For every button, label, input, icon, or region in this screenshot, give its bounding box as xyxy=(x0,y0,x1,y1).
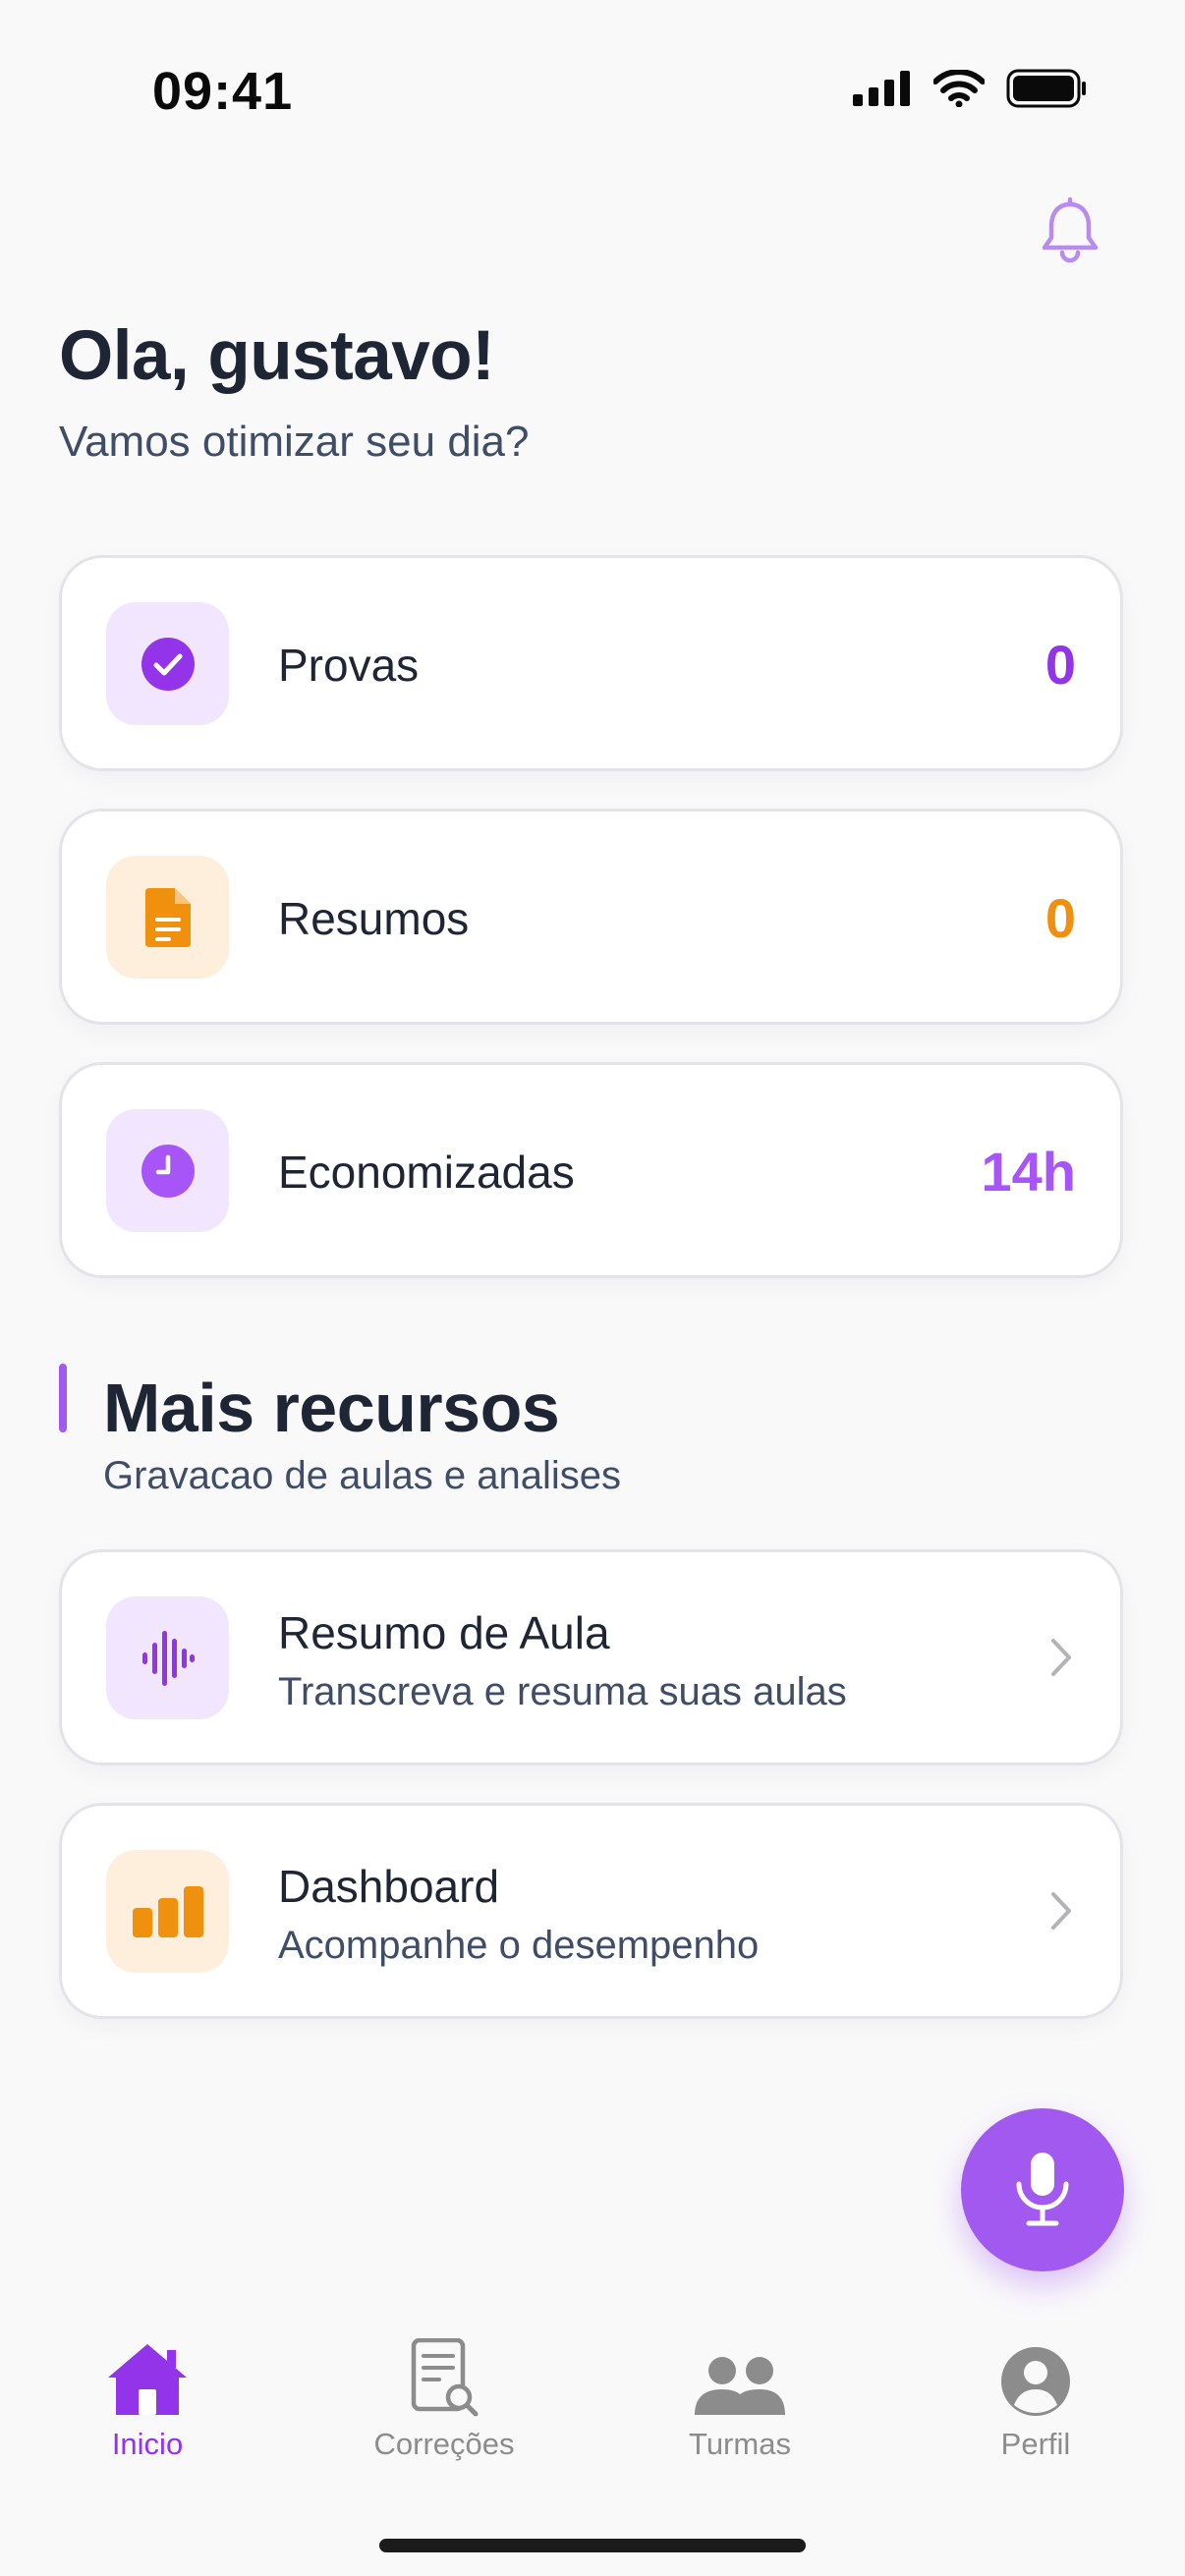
feature-icon-tile xyxy=(106,1850,229,1973)
feature-card-dashboard[interactable]: Dashboard Acompanhe o desempenho xyxy=(59,1803,1123,2019)
tab-bar: Inicio Correções Turmas Perfil xyxy=(0,2328,1185,2505)
feature-icon-tile xyxy=(106,1596,229,1719)
greeting-subtitle: Vamos otimizar seu dia? xyxy=(59,418,530,466)
cellular-signal-icon xyxy=(853,71,910,106)
stat-value: 0 xyxy=(1044,887,1076,949)
stat-label: Provas xyxy=(278,640,420,691)
stat-value: 14h xyxy=(981,1141,1077,1203)
tab-turmas[interactable]: Turmas xyxy=(622,2328,858,2462)
notification-button[interactable] xyxy=(1036,196,1104,265)
feature-description: Transcreva e resuma suas aulas xyxy=(278,1670,847,1713)
document-search-icon xyxy=(411,2338,479,2417)
waveform-icon xyxy=(141,1630,195,1686)
chevron-right-icon xyxy=(1051,1892,1071,1930)
tab-label: Inicio xyxy=(111,2427,184,2461)
home-icon xyxy=(108,2344,187,2415)
feature-title: Resumo de Aula xyxy=(278,1607,610,1658)
stat-icon-tile xyxy=(106,856,229,979)
tab-label: Turmas xyxy=(689,2427,791,2461)
stat-card-resumos[interactable]: Resumos 0 xyxy=(59,809,1123,1025)
feature-title: Dashboard xyxy=(278,1861,500,1912)
section-accent-bar xyxy=(59,1364,67,1432)
stat-icon-tile xyxy=(106,1109,229,1232)
stat-value: 0 xyxy=(1044,634,1076,696)
wifi-icon xyxy=(933,70,985,107)
home-indicator xyxy=(379,2539,806,2552)
bell-icon xyxy=(1042,196,1099,263)
stat-icon-tile xyxy=(106,602,229,725)
section-title: Mais recursos xyxy=(103,1370,560,1446)
stat-card-provas[interactable]: Provas 0 xyxy=(59,555,1123,771)
tab-perfil[interactable]: Perfil xyxy=(918,2328,1154,2462)
profile-icon xyxy=(1001,2347,1070,2416)
battery-icon xyxy=(1006,69,1086,108)
tab-inicio[interactable]: Inicio xyxy=(29,2328,265,2462)
section-subtitle: Gravacao de aulas e analises xyxy=(103,1454,621,1497)
stat-card-economizadas[interactable]: Economizadas 14h xyxy=(59,1062,1123,1278)
record-button[interactable] xyxy=(961,2108,1124,2271)
check-circle-icon xyxy=(141,637,195,691)
document-icon xyxy=(144,887,191,947)
greeting-title: Ola, gustavo! xyxy=(59,317,495,395)
bar-chart-icon xyxy=(132,1885,203,1937)
tab-label: Correções xyxy=(373,2427,515,2461)
microphone-icon xyxy=(1016,2153,1069,2226)
people-icon xyxy=(695,2357,785,2415)
stat-label: Resumos xyxy=(278,893,470,944)
stat-label: Economizadas xyxy=(278,1147,575,1198)
chevron-right-icon xyxy=(1051,1639,1071,1676)
status-icons xyxy=(853,69,1087,108)
feature-card-resumo-de-aula[interactable]: Resumo de Aula Transcreva e resuma suas … xyxy=(59,1549,1123,1765)
clock-icon xyxy=(141,1144,195,1198)
tab-label: Perfil xyxy=(1000,2427,1071,2461)
tab-correcoes[interactable]: Correções xyxy=(326,2328,562,2462)
feature-description: Acompanhe o desempenho xyxy=(278,1924,760,1967)
status-time: 09:41 xyxy=(152,62,294,121)
